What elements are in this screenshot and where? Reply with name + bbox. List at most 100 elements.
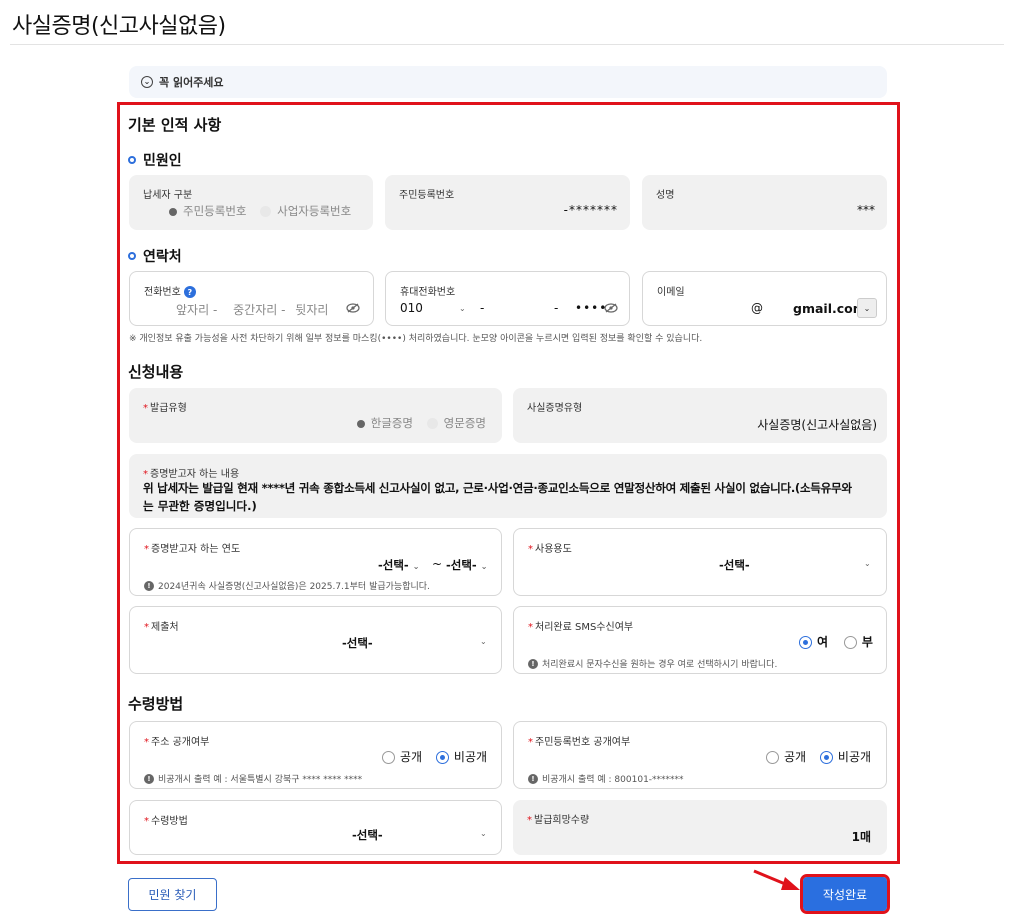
radio-checked-icon — [435, 751, 449, 764]
section-request-heading: 신청내용 — [128, 363, 184, 381]
info-icon: ! — [528, 658, 538, 669]
section-receive-heading: 수령방법 — [128, 695, 184, 713]
year-to-select[interactable]: -선택- ⌄ — [446, 557, 487, 573]
email-domain[interactable]: gmail.com — [793, 301, 866, 316]
radio-label-business: 사업자등록번호 — [277, 204, 352, 218]
radio-selected-icon — [169, 207, 177, 216]
year-field: 증명받고자 하는 연도 -선택- ⌄ ~ -선택- ⌄ ! 2024년귀속 사실증… — [129, 528, 502, 596]
radio-label-private: 비공개 — [453, 750, 488, 764]
field-label: 납세자 구분 — [143, 190, 193, 201]
purpose-select[interactable]: 사용용도 -선택- ⌄ — [513, 528, 887, 596]
chevron-down-icon: ⌄ — [480, 637, 487, 646]
radio-checked-icon — [799, 636, 812, 649]
tilde: ~ — [432, 557, 443, 571]
radio-label-english: 영문증명 — [443, 416, 486, 430]
privacy-note: ※ 개인정보 유출 가능성을 사전 차단하기 위해 일부 정보를 마스킹(•••… — [129, 334, 703, 344]
chevron-down-icon: ⌄ — [480, 562, 488, 571]
address-public-radio[interactable]: 공개 — [382, 750, 422, 764]
title-divider — [10, 44, 1004, 45]
radio-checked-icon — [819, 751, 833, 764]
radio-label-public: 공개 — [784, 750, 807, 764]
subsection-applicant: 민원인 — [128, 150, 182, 170]
submit-to-select[interactable]: 제출처 -선택- ⌄ — [129, 606, 502, 674]
chevron-down-icon: ⌄ — [412, 562, 420, 571]
phone-field[interactable]: 전화번호? 앞자리 - 중간자리 - 뒷자리 — [129, 271, 374, 326]
info-icon: ! — [528, 773, 538, 784]
quantity-field: 발급희망수량 1매 — [513, 800, 887, 855]
address-public-field: 주소 공개여부 공개 비공개 ! 비공개시 출력 예 : 서울특별시 강북구 **… — [129, 721, 502, 789]
year-from-value: -선택- — [378, 558, 409, 572]
contact-heading: 연락처 — [143, 249, 182, 265]
submit-to-value: -선택- — [342, 636, 373, 650]
year-from-select[interactable]: -선택- ⌄ — [378, 557, 419, 573]
address-hint: 비공개시 출력 예 : 서울특별시 강북구 **** **** **** — [158, 775, 363, 785]
radio-label-public: 공개 — [400, 750, 423, 764]
phone-part1[interactable]: 앞자리 — [176, 303, 209, 317]
separator: - — [480, 301, 485, 315]
field-label: 사실증명유형 — [527, 403, 583, 414]
sms-no-radio[interactable]: 부 — [843, 635, 873, 649]
page-title: 사실증명(신고사실없음) — [12, 14, 226, 39]
field-label: 발급희망수량 — [527, 811, 589, 826]
content-field: 증명받고자 하는 내용 위 납세자는 발급일 현재 ****년 귀속 종합소득세… — [129, 454, 887, 518]
field-label: 이메일 — [657, 287, 685, 298]
name-value: *** — [857, 203, 875, 217]
receive-method-value: -선택- — [352, 828, 383, 842]
phone-label-wrap: 전화번호? — [144, 283, 196, 298]
quantity-value: 1매 — [851, 830, 871, 844]
radio-label-resident: 주민등록번호 — [183, 204, 247, 218]
field-label: 사용용도 — [528, 540, 572, 555]
receive-method-select[interactable]: 수령방법 -선택- ⌄ — [129, 800, 502, 855]
info-icon: ! — [144, 580, 154, 591]
separator: - — [554, 301, 559, 315]
field-label: 제출처 — [144, 618, 179, 633]
cert-type-value: 사실증명(신고사실없음) — [757, 418, 877, 432]
year-to-value: -선택- — [446, 558, 477, 572]
radio-unchecked-icon — [382, 751, 395, 764]
field-label: 성명 — [656, 190, 675, 201]
email-field[interactable]: 이메일 @ gmail.com ⌄ — [642, 271, 887, 326]
mobile-field[interactable]: 휴대전화번호 010 ⌄ - - •••• — [385, 271, 630, 326]
resident-private-radio[interactable]: 비공개 — [819, 750, 871, 764]
radio-label-korean: 한글증명 — [370, 416, 414, 430]
field-label: 주소 공개여부 — [144, 733, 209, 748]
field-label: 전화번호 — [144, 287, 181, 298]
chevron-down-icon: ⌄ — [459, 304, 466, 313]
mobile-last[interactable]: •••• — [575, 301, 607, 315]
content-line1: 위 납세자는 발급일 현재 ****년 귀속 종합소득세 신고사실이 없고, 근… — [143, 481, 852, 495]
field-label: 증명받고자 하는 연도 — [144, 540, 240, 555]
bullet-icon — [128, 156, 136, 164]
subsection-contact: 연락처 — [128, 246, 182, 266]
cert-type-field: 사실증명유형 사실증명(신고사실없음) — [513, 388, 887, 443]
name-field: 성명 *** — [642, 175, 887, 230]
phone-part3[interactable]: 뒷자리 — [295, 303, 328, 317]
notice-toggle[interactable]: ⌄ 꼭 읽어주세요 — [129, 66, 887, 98]
eye-off-icon[interactable] — [346, 303, 360, 313]
address-private-radio[interactable]: 비공개 — [435, 750, 488, 764]
field-label: 발급유형 — [143, 399, 187, 414]
info-icon: ! — [144, 773, 154, 784]
field-label: 처리완료 SMS수신여부 — [528, 618, 633, 633]
field-label: 주민등록번호 — [399, 190, 455, 201]
radio-unselected-icon — [426, 418, 438, 429]
chevron-down-icon[interactable]: ⌄ — [857, 298, 877, 318]
radio-unchecked-icon — [766, 751, 779, 764]
radio-unchecked-icon — [843, 636, 857, 649]
resident-public-field: 주민등록번호 공개여부 공개 비공개 ! 비공개시 출력 예 : 800101-*… — [513, 721, 887, 789]
resident-no-field: 주민등록번호 -******* — [385, 175, 630, 230]
issue-type-field: 발급유형 한글증명 영문증명 — [129, 388, 502, 443]
find-application-button[interactable]: 민원 찾기 — [128, 878, 217, 911]
purpose-value: -선택- — [719, 558, 750, 572]
mobile-prefix-select[interactable]: 010 — [400, 301, 423, 315]
chevron-down-icon: ⌄ — [864, 559, 871, 568]
chevron-down-icon: ⌄ — [480, 829, 487, 838]
resident-public-radio[interactable]: 공개 — [766, 750, 806, 764]
field-label: 증명받고자 하는 내용 — [143, 465, 239, 480]
help-icon[interactable]: ? — [183, 286, 196, 298]
sms-yes-radio[interactable]: 여 — [799, 635, 828, 649]
phone-part2[interactable]: 중간자리 — [233, 303, 277, 317]
taxpayer-type-field: 납세자 구분 주민등록번호 사업자등록번호 — [129, 175, 373, 230]
submit-button[interactable]: 작성완료 — [800, 874, 890, 914]
eye-off-icon[interactable] — [604, 303, 618, 313]
sms-field: 처리완료 SMS수신여부 여 부 ! 처리완료시 문자수신을 원하는 경우 여로 … — [513, 606, 887, 674]
